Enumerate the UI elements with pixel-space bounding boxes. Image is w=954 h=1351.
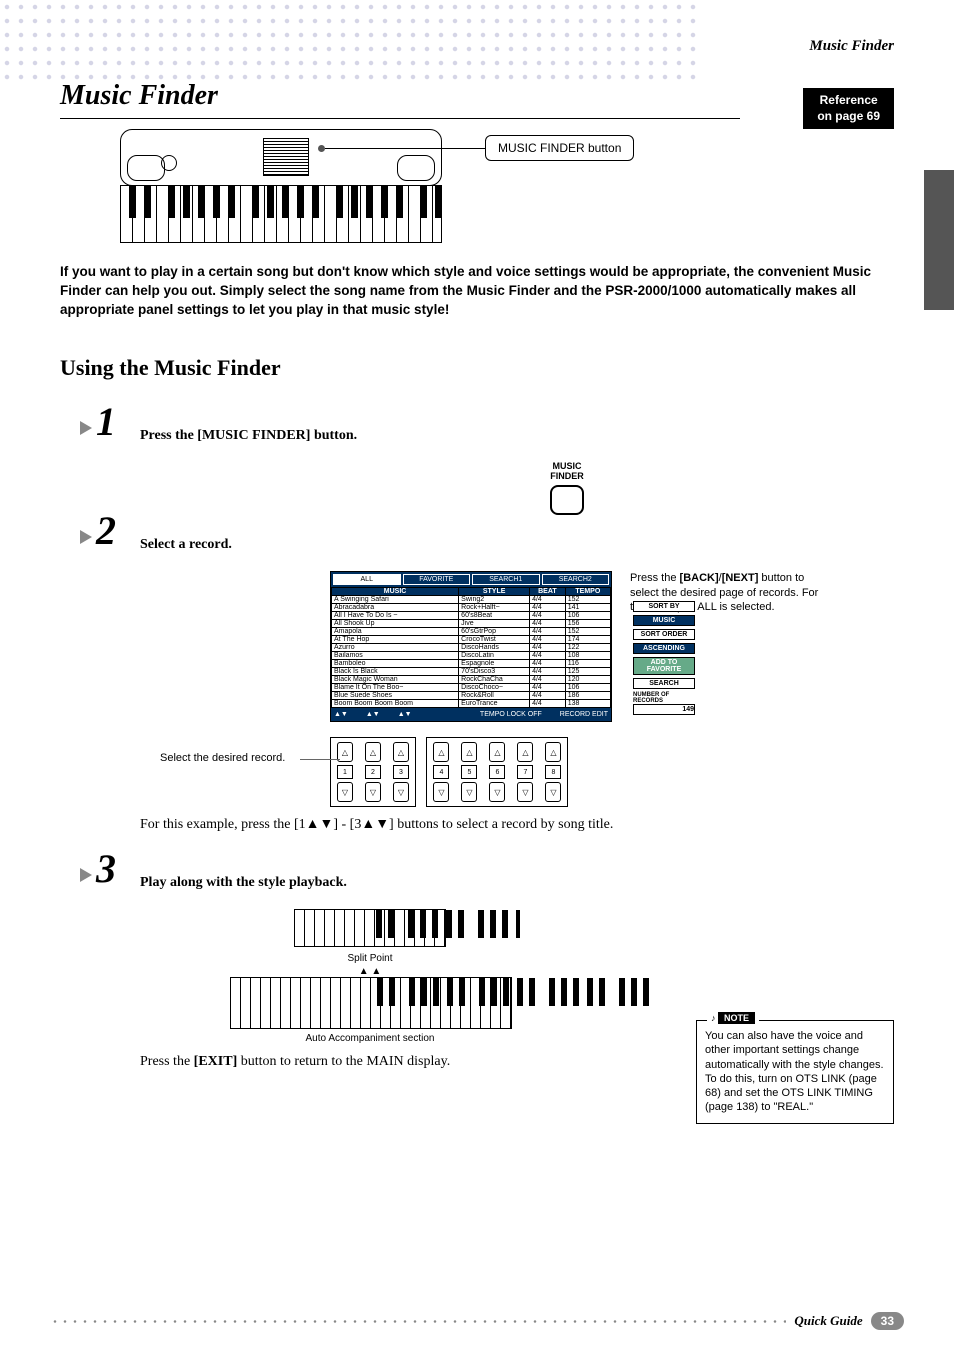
intro-paragraph: If you want to play in a certain song bu… <box>60 263 904 320</box>
select-record-note: Select the desired record. <box>160 752 300 764</box>
step-2: 2 Select a record. <box>60 515 904 553</box>
col-style: STYLE <box>459 588 530 596</box>
page-footer: Quick Guide 33 <box>0 1312 954 1330</box>
mf-label-2: FINDER <box>230 472 904 482</box>
note-text: You can also have the voice and other im… <box>705 1030 884 1113</box>
table-row: Blue Suede ShoesRock&Roll4/4186 <box>332 692 611 700</box>
tempo-lock: TEMPO LOCK OFF <box>480 711 542 718</box>
callout-label: MUSIC FINDER button <box>485 135 634 161</box>
table-row: AbracadabraRock+Halft~4/4141 <box>332 604 611 612</box>
ref-line2: on page 69 <box>817 109 880 125</box>
sortby-label: SORT BY <box>633 601 695 612</box>
triangle-icon <box>80 868 92 882</box>
side-tab <box>924 170 954 310</box>
records-table: MUSIC STYLE BEAT TEMPO A Swinging Safari… <box>331 587 611 708</box>
step-3: 3 Play along with the style playback. <box>60 853 904 891</box>
keyboard-panel <box>120 129 442 186</box>
table-row: Blame It On The Boo~DiscoChoco~4/4106 <box>332 684 611 692</box>
table-row: Black Is Black70'sDisco34/4125 <box>332 668 611 676</box>
col-music: MUSIC <box>332 588 459 596</box>
split-point-label: Split Point <box>230 953 510 964</box>
table-row: A Swinging SafariSwing24/4152 <box>332 596 611 604</box>
table-row: BamboleoEspagnole4/4116 <box>332 660 611 668</box>
button-icon <box>550 485 584 515</box>
sort-music: MUSIC <box>633 615 695 626</box>
step-1: 1 Press the [MUSIC FINDER] button. <box>60 406 904 444</box>
footer-title: Quick Guide <box>794 1313 862 1329</box>
footer-dots <box>50 1320 786 1323</box>
keyboard-diagram: MUSIC FINDER button <box>120 129 680 243</box>
display-icon <box>263 138 309 176</box>
add-favorite: ADD TO FAVORITE <box>633 657 695 675</box>
speaker-left-icon <box>127 155 165 181</box>
step-number: 1 <box>96 406 116 438</box>
example-instruction: For this example, press the [1▲▼] - [3▲▼… <box>140 817 904 833</box>
upper-keys-icon <box>294 909 446 947</box>
col-beat: BEAT <box>530 588 566 596</box>
sortorder-label: SORT ORDER <box>633 629 695 640</box>
lcd-display: Press the [BACK]/[NEXT] button to select… <box>330 571 890 722</box>
tab-all: ALL <box>333 574 401 585</box>
triangle-icon <box>80 530 92 544</box>
section-heading: Using the Music Finder <box>60 355 904 381</box>
table-row: AzurroDiscoHands4/4122 <box>332 644 611 652</box>
table-row: Black Magic WomanRockChaCha4/4120 <box>332 676 611 684</box>
table-row: BailamosDiscoLatin4/4108 <box>332 652 611 660</box>
tab-favorite: FAVORITE <box>403 574 471 585</box>
table-row: Boom Boom Boom BoomEuroTrance4/4138 <box>332 700 611 708</box>
tab-search2: SEARCH2 <box>542 574 610 585</box>
page-title: Music Finder <box>60 80 904 112</box>
table-row: At The HopCrocoTwist4/4174 <box>332 636 611 644</box>
step-text: Select a record. <box>140 515 232 553</box>
table-row: All I Have To Do Is ~60's8Beat4/4106 <box>332 612 611 620</box>
tab-search1: SEARCH1 <box>472 574 540 585</box>
col-tempo: TEMPO <box>565 588 610 596</box>
note-icon: ♪ <box>711 1013 716 1023</box>
panel-buttons: Select the desired record. △1▽ △2▽ △3▽ △… <box>330 737 904 807</box>
reference-box: Reference on page 69 <box>803 88 894 129</box>
ref-line1: Reference <box>817 93 880 109</box>
note-box: ♪ NOTE You can also have the voice and o… <box>696 1020 894 1124</box>
auto-accomp-label: Auto Accompaniment section <box>230 1033 510 1044</box>
speaker-right-icon <box>397 155 435 181</box>
sort-ascending: ASCENDING <box>633 643 695 654</box>
table-row: Amapola60'sGtrPop4/4152 <box>332 628 611 636</box>
nav-arrows: ▲▼ <box>398 711 412 718</box>
record-count: 149 <box>633 704 695 715</box>
play-diagram: Split Point ▲ ▲ Auto Accompaniment secti… <box>230 909 510 1044</box>
nav-arrows: ▲▼ <box>334 711 348 718</box>
step-text: Press the [MUSIC FINDER] button. <box>140 406 357 444</box>
step-number: 2 <box>96 515 116 547</box>
music-finder-button-marker <box>318 145 325 152</box>
dial-icon <box>161 155 177 171</box>
full-keys-icon <box>230 977 512 1029</box>
table-row: All Shook UpJive4/4156 <box>332 620 611 628</box>
note-badge: NOTE <box>718 1012 755 1024</box>
step-number: 3 <box>96 853 116 885</box>
title-underline <box>60 118 740 119</box>
callout-line <box>325 148 485 149</box>
triangle-icon <box>80 421 92 435</box>
header-title: Music Finder <box>809 38 894 55</box>
music-finder-button-graphic: MUSIC FINDER <box>230 462 904 516</box>
record-edit: RECORD EDIT <box>560 711 608 718</box>
nav-arrows: ▲▼ <box>366 711 380 718</box>
search-label: SEARCH <box>633 678 695 689</box>
piano-keys-icon <box>120 185 442 243</box>
decorative-dots <box>0 0 700 80</box>
step-text: Play along with the style playback. <box>140 853 347 891</box>
page-number: 33 <box>871 1312 904 1330</box>
